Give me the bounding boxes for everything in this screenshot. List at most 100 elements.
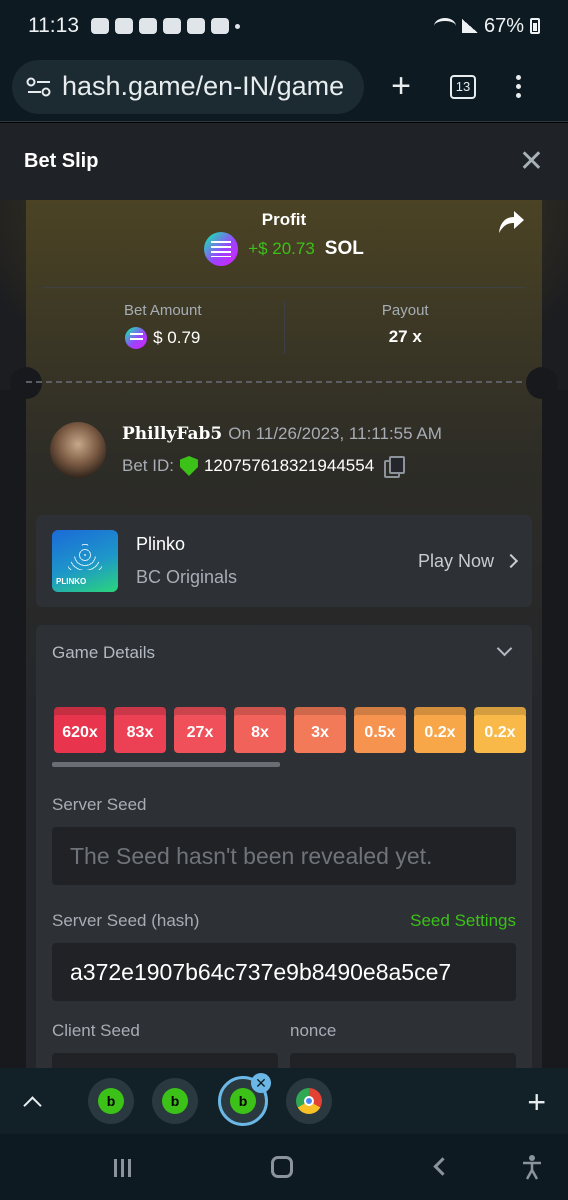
thumbnail-label: PLINKO xyxy=(56,577,87,586)
shield-icon xyxy=(139,18,157,34)
signal-icon xyxy=(461,19,478,33)
tab-favicon[interactable] xyxy=(286,1078,332,1124)
bet-slip-page: Bet Slip ✕ Profit +$ 20.73 SOL Bet Amoun… xyxy=(0,123,568,1068)
close-tab-icon[interactable]: ✕ xyxy=(251,1073,271,1093)
system-nav-bar xyxy=(0,1134,568,1200)
recents-icon[interactable] xyxy=(114,1159,134,1177)
server-seed-hash-value: a372e1907b64c737e9b8490e8a5ce7 xyxy=(70,958,452,985)
bc-game-icon: b xyxy=(162,1088,188,1114)
profit-row: +$ 20.73 SOL xyxy=(26,232,542,266)
tab-favicon[interactable]: b xyxy=(152,1078,198,1124)
payout-stat: Payout 27 x xyxy=(285,288,527,355)
bet-stats: Bet Amount $ 0.79 Payout 27 x xyxy=(42,287,526,355)
multiplier-chip: 3x xyxy=(294,713,346,753)
more-dot-icon xyxy=(235,23,240,29)
server-seed-field[interactable]: The Seed hasn't been revealed yet. xyxy=(52,827,516,885)
payout-label: Payout xyxy=(381,302,429,319)
game-thumbnail: PLINKO xyxy=(52,530,118,592)
bet-amount-stat: Bet Amount $ 0.79 xyxy=(42,288,284,355)
horizontal-scrollbar[interactable] xyxy=(52,762,280,767)
bet-id-line: Bet ID: 120757618321944554 xyxy=(122,456,442,478)
chevron-down-icon[interactable] xyxy=(496,640,513,657)
pinterest-icon xyxy=(211,18,229,34)
site-settings-icon[interactable] xyxy=(26,76,52,98)
server-seed-label: Server Seed xyxy=(52,795,147,814)
play-now-label: Play Now xyxy=(417,550,494,571)
chevron-right-icon xyxy=(503,553,519,569)
game-details-panel: Game Details 620x 83x 27x 8x 3x 0.5x 0.2x 0.2x … xyxy=(36,625,532,1068)
tab-favicon-active[interactable]: b ✕ xyxy=(218,1073,271,1126)
bet-id: 120757618321944554 xyxy=(203,456,375,475)
avatar[interactable] xyxy=(50,422,106,478)
bet-slip-header: Bet Slip ✕ xyxy=(0,123,568,200)
game-provider: BC Originals xyxy=(136,567,238,587)
game-card[interactable]: PLINKO Plinko BC Originals Play Now xyxy=(36,515,532,607)
tab-switcher-button[interactable]: 13 xyxy=(450,74,476,99)
copy-icon[interactable] xyxy=(384,456,406,478)
tab-favicon[interactable]: b xyxy=(88,1078,134,1124)
notification-icons xyxy=(91,18,240,34)
multiplier-chip: 0.2x xyxy=(414,713,466,753)
new-tab-icon[interactable]: + xyxy=(527,1084,546,1121)
server-seed-placeholder: The Seed hasn't been revealed yet. xyxy=(70,842,433,869)
accessibility-icon[interactable] xyxy=(521,1154,543,1180)
page-title: Bet Slip xyxy=(24,150,99,172)
user-line: PhillyFab5 On 11/26/2023, 11:11:55 AM xyxy=(122,424,442,444)
back-icon[interactable] xyxy=(433,1157,452,1176)
cloud-icon xyxy=(163,18,181,34)
client-seed-field[interactable] xyxy=(52,1053,278,1068)
nonce-label: nonce xyxy=(290,1021,337,1040)
close-icon[interactable]: ✕ xyxy=(519,144,544,179)
share-icon[interactable] xyxy=(496,208,526,236)
perforation-line xyxy=(26,381,542,383)
multiplier-chip: 83x xyxy=(114,713,166,753)
menu-icon[interactable] xyxy=(516,75,521,98)
nonce-field[interactable] xyxy=(290,1053,516,1068)
verified-shield-icon xyxy=(179,456,198,476)
battery-percent: 67% xyxy=(483,14,524,37)
bet-meta: PhillyFab5 On 11/26/2023, 11:11:55 AM Be… xyxy=(122,424,442,478)
multiplier-chip: 0.2x xyxy=(474,713,526,753)
bet-user-row: PhillyFab5 On 11/26/2023, 11:11:55 AM Be… xyxy=(50,422,442,478)
bet-id-label: Bet ID: xyxy=(122,456,174,475)
multiplier-chip: 620x xyxy=(54,713,106,753)
bet-amount-label: Bet Amount xyxy=(123,302,202,319)
app-icon xyxy=(187,18,205,34)
shield-icon xyxy=(115,18,133,34)
multiplier-chip: 8x xyxy=(234,713,286,753)
solana-icon xyxy=(204,232,239,266)
profit-currency: SOL xyxy=(324,238,364,259)
profit-amount: +$ 20.73 xyxy=(248,239,315,258)
bet-card: Profit +$ 20.73 SOL Bet Amount $ 0.79 Pa… xyxy=(10,200,558,1068)
wifi-icon xyxy=(433,18,456,34)
game-details-title[interactable]: Game Details xyxy=(52,643,155,663)
bc-game-icon: b xyxy=(230,1088,256,1114)
payout-value: 27 x xyxy=(388,327,422,346)
tab-strip: b b b ✕ + xyxy=(0,1068,568,1134)
play-now-button[interactable]: Play Now xyxy=(417,550,519,572)
bet-amount-text: $ 0.79 xyxy=(153,328,201,347)
username[interactable]: PhillyFab5 xyxy=(122,424,222,444)
home-icon[interactable] xyxy=(271,1156,293,1178)
bc-game-icon: b xyxy=(98,1088,124,1114)
multiplier-chip: 27x xyxy=(174,713,226,753)
new-tab-icon[interactable]: + xyxy=(386,67,416,106)
battery-icon xyxy=(530,18,540,34)
bet-date: On 11/26/2023, 11:11:55 AM xyxy=(228,424,442,443)
server-seed-hash-label: Server Seed (hash) xyxy=(52,911,200,930)
url-text[interactable]: hash.game/en-IN/game xyxy=(62,71,344,102)
browser-toolbar: hash.game/en-IN/game + 13 xyxy=(0,52,568,122)
bet-amount-value: $ 0.79 xyxy=(125,327,200,349)
ticket-notch-left xyxy=(10,367,42,399)
server-seed-hash-field[interactable]: a372e1907b64c737e9b8490e8a5ce7 xyxy=(52,943,516,1001)
seed-settings-link[interactable]: Seed Settings xyxy=(410,911,516,931)
profit-label: Profit xyxy=(261,210,307,229)
chrome-icon xyxy=(296,1088,322,1114)
multiplier-chip: 0.5x xyxy=(354,713,406,753)
solana-icon xyxy=(125,327,148,349)
chevron-up-icon[interactable] xyxy=(23,1095,42,1115)
ticket-notch-right xyxy=(526,367,558,399)
game-name: Plinko xyxy=(136,534,186,554)
game-info: Plinko BC Originals xyxy=(136,534,237,588)
address-bar[interactable]: hash.game/en-IN/game xyxy=(12,59,364,114)
